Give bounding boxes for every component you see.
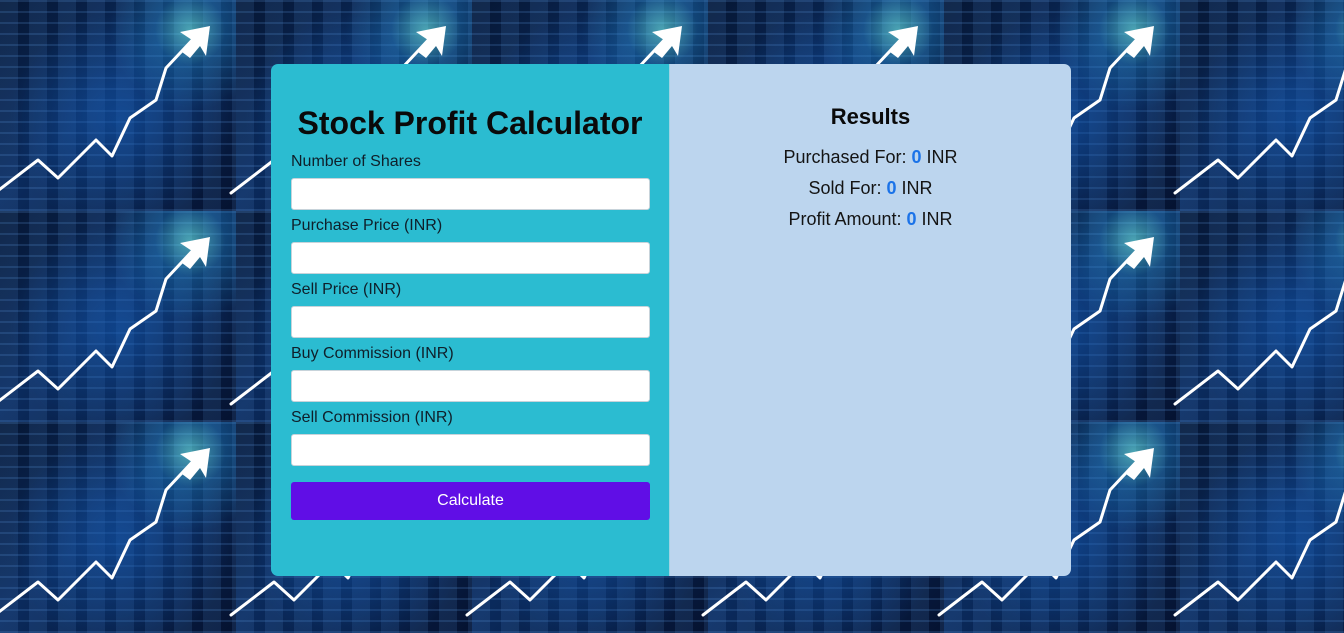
shares-input[interactable]: [291, 178, 650, 210]
profit-amount-label: Profit Amount:: [788, 209, 907, 229]
shares-field: Number of Shares: [291, 152, 650, 210]
profit-amount-value: 0: [906, 209, 917, 229]
sell-commission-input[interactable]: [291, 434, 650, 466]
sell-commission-field: Sell Commission (INR): [291, 408, 650, 466]
profit-amount-unit: INR: [916, 209, 953, 229]
profit-amount-line: Profit Amount: 0 INR: [670, 209, 1071, 229]
results-panel: Results Purchased For: 0 INR Sold For: 0…: [670, 64, 1071, 576]
shares-label: Number of Shares: [291, 153, 421, 170]
calculator-title: Stock Profit Calculator: [297, 105, 643, 141]
purchase-price-field: Purchase Price (INR): [291, 216, 650, 274]
sell-price-label: Sell Price (INR): [291, 281, 402, 298]
purchased-for-unit: INR: [921, 147, 958, 167]
purchased-for-line: Purchased For: 0 INR: [670, 147, 1071, 167]
calculator-card: Stock Profit Calculator Number of Shares…: [271, 64, 1071, 576]
sold-for-line: Sold For: 0 INR: [670, 178, 1071, 198]
results-title: Results: [830, 104, 911, 129]
sold-for-value: 0: [886, 178, 897, 198]
sold-for-label: Sold For:: [808, 178, 887, 198]
purchased-for-label: Purchased For:: [783, 147, 912, 167]
sell-commission-label: Sell Commission (INR): [291, 409, 453, 426]
sell-price-field: Sell Price (INR): [291, 280, 650, 338]
buy-commission-label: Buy Commission (INR): [291, 345, 454, 362]
purchase-price-input[interactable]: [291, 242, 650, 274]
buy-commission-field: Buy Commission (INR): [291, 344, 650, 402]
purchase-price-label: Purchase Price (INR): [291, 217, 443, 234]
sell-price-input[interactable]: [291, 306, 650, 338]
purchased-for-value: 0: [911, 147, 922, 167]
calculator-form-panel: Stock Profit Calculator Number of Shares…: [271, 64, 670, 576]
calculate-button[interactable]: Calculate: [291, 482, 650, 520]
buy-commission-input[interactable]: [291, 370, 650, 402]
sold-for-unit: INR: [896, 178, 933, 198]
